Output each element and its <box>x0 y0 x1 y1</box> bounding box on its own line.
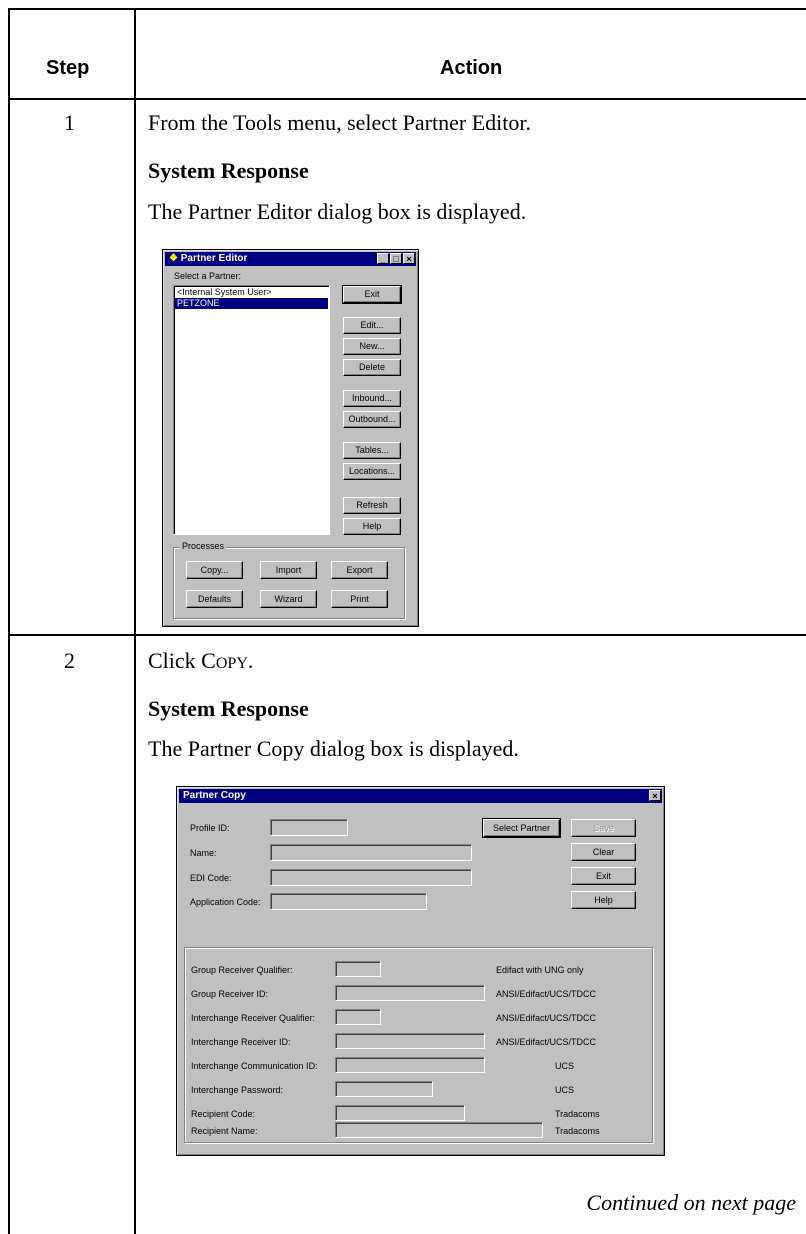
exit-button[interactable]: Exit <box>571 867 636 885</box>
wizard-button[interactable]: Wizard <box>260 590 317 608</box>
header-bottom-border <box>8 98 806 100</box>
list-item[interactable]: PETZONE <box>175 298 328 309</box>
locations-button[interactable]: Locations... <box>343 463 401 480</box>
application-code-label: Application Code: <box>190 897 261 907</box>
header-step: Step <box>46 57 90 79</box>
edit-button[interactable]: Edit... <box>343 317 401 334</box>
clear-button[interactable]: Clear <box>571 843 636 861</box>
row-label: Group Receiver Qualifier: <box>191 965 293 975</box>
table-top-border <box>8 8 806 10</box>
print-button[interactable]: Print <box>331 590 388 608</box>
row-label: Interchange Receiver ID: <box>191 1037 291 1047</box>
step-1-instruction: From the Tools menu, select Partner Edit… <box>148 110 531 135</box>
partner-list[interactable]: <Internal System User> PETZONE <box>173 285 330 535</box>
list-item[interactable]: <Internal System User> <box>175 287 328 298</box>
table-column-divider <box>134 8 136 1234</box>
group-receiver-id-field[interactable] <box>335 985 485 1001</box>
row-note: Edifact with UNG only <box>496 965 584 975</box>
defaults-button[interactable]: Defaults <box>186 590 243 608</box>
row-note: Tradacoms <box>555 1126 600 1136</box>
select-partner-button[interactable]: Select Partner <box>482 818 561 838</box>
table-left-border <box>8 8 10 1234</box>
interchange-communication-id-field[interactable] <box>335 1057 485 1073</box>
row-note: ANSI/Edifact/UCS/TDCC <box>496 1013 597 1023</box>
step-2-instruction: Click COPY. <box>148 648 253 674</box>
save-button[interactable]: Save <box>571 819 636 837</box>
step-2-copy-word-rest: OPY <box>215 655 248 672</box>
continued-note: Continued on next page <box>586 1190 796 1215</box>
partner-editor-title: Partner Editor <box>180 253 248 264</box>
step-2-instruction-suffix: . <box>247 648 254 673</box>
header-action: Action <box>440 57 503 79</box>
profile-id-field[interactable] <box>270 819 348 836</box>
recipient-code-field[interactable] <box>335 1105 465 1121</box>
close-icon[interactable]: × <box>649 790 661 801</box>
application-code-field[interactable] <box>270 893 427 910</box>
select-partner-label: Select a Partner: <box>174 271 242 281</box>
new-button[interactable]: New... <box>343 338 401 355</box>
import-button[interactable]: Import <box>260 561 317 579</box>
minimize-icon[interactable]: _ <box>377 253 389 264</box>
row-label: Recipient Name: <box>191 1126 258 1136</box>
row-note: ANSI/Edifact/UCS/TDCC <box>496 989 597 999</box>
step-2-copy-word-initial: C <box>201 648 216 673</box>
refresh-button[interactable]: Refresh <box>343 497 401 514</box>
partner-editor-titlebar: ❖ Partner Editor _ □ × <box>165 252 416 266</box>
row-note: UCS <box>555 1061 575 1071</box>
edi-code-field[interactable] <box>270 869 472 886</box>
row-label: Interchange Communication ID: <box>191 1061 318 1071</box>
row-note: UCS <box>555 1085 575 1095</box>
help-button[interactable]: Help <box>571 891 636 909</box>
interchange-receiver-id-field[interactable] <box>335 1033 485 1049</box>
tables-button[interactable]: Tables... <box>343 442 401 459</box>
name-label: Name: <box>190 848 217 858</box>
recipient-name-field[interactable] <box>335 1122 543 1138</box>
row-note: Tradacoms <box>555 1109 600 1119</box>
step-2-instruction-prefix: Click <box>148 648 202 673</box>
name-field[interactable] <box>270 844 472 861</box>
export-button[interactable]: Export <box>331 561 388 579</box>
step-2-number: 2 <box>64 648 75 673</box>
partner-copy-title: Partner Copy <box>183 790 246 801</box>
row-note: ANSI/Edifact/UCS/TDCC <box>496 1037 597 1047</box>
help-button[interactable]: Help <box>343 518 401 535</box>
step-1-number: 1 <box>64 110 75 135</box>
app-icon: ❖ <box>169 253 178 264</box>
processes-group: Processes Copy... Import Export Defaults… <box>173 541 405 619</box>
receiver-details-group: Group Receiver Qualifier: Edifact with U… <box>184 947 653 1143</box>
partner-editor-dialog: ❖ Partner Editor _ □ × Select a Partner:… <box>162 249 419 627</box>
processes-label: Processes <box>180 541 227 551</box>
interchange-password-field[interactable] <box>335 1081 433 1097</box>
edi-code-label: EDI Code: <box>190 873 232 883</box>
step-2-response-heading: System Response <box>148 696 309 721</box>
partner-copy-dialog: Partner Copy × Profile ID: Name: EDI Cod… <box>176 786 665 1156</box>
maximize-icon[interactable]: □ <box>390 253 402 264</box>
step-1-response-text: The Partner Editor dialog box is display… <box>148 199 527 224</box>
inbound-button[interactable]: Inbound... <box>343 390 401 407</box>
partner-copy-titlebar: Partner Copy × <box>179 789 662 803</box>
row-label: Group Receiver ID: <box>191 989 269 999</box>
step-1-response-heading: System Response <box>148 158 309 183</box>
interchange-receiver-qualifier-field[interactable] <box>335 1009 381 1025</box>
step-2-response-text: The Partner Copy dialog box is displayed… <box>148 736 519 761</box>
row-1-bottom-border <box>8 634 806 636</box>
row-label: Recipient Code: <box>191 1109 256 1119</box>
group-receiver-qualifier-field[interactable] <box>335 961 381 977</box>
copy-button[interactable]: Copy... <box>186 561 243 579</box>
delete-button[interactable]: Delete <box>343 359 401 376</box>
row-label: Interchange Receiver Qualifier: <box>191 1013 316 1023</box>
row-label: Interchange Password: <box>191 1085 284 1095</box>
profile-id-label: Profile ID: <box>190 823 230 833</box>
close-icon[interactable]: × <box>403 253 415 264</box>
exit-button[interactable]: Exit <box>342 285 402 304</box>
outbound-button[interactable]: Outbound... <box>343 411 401 428</box>
